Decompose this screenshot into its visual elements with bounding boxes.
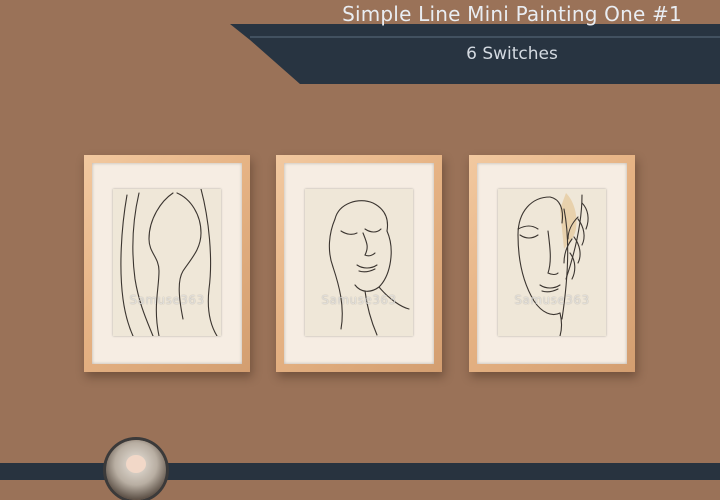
painting-mat: Samuse363 [92,163,242,364]
watermark-text: Samuse363 [321,293,397,307]
painting-mat: Samuse363 [477,163,627,364]
painting-frame-1[interactable]: Samuse363 [84,155,250,372]
painting-artwork-3: Samuse363 [498,189,606,336]
avatar-face [126,455,146,473]
page-subtitle: 6 Switches [466,44,558,64]
painting-frame-3[interactable]: Samuse363 [469,155,635,372]
painting-frame-2[interactable]: Samuse363 [276,155,442,372]
painting-mat: Samuse363 [284,163,434,364]
page-title: Simple Line Mini Painting One #1 [342,2,682,26]
watermark-text: Samuse363 [129,293,205,307]
painting-artwork-1: Samuse363 [113,189,221,336]
watermark-text: Samuse363 [514,293,590,307]
painting-artwork-2: Samuse363 [305,189,413,336]
creator-avatar [106,440,166,500]
title-banner: Simple Line Mini Painting One #1 6 Switc… [0,0,720,84]
